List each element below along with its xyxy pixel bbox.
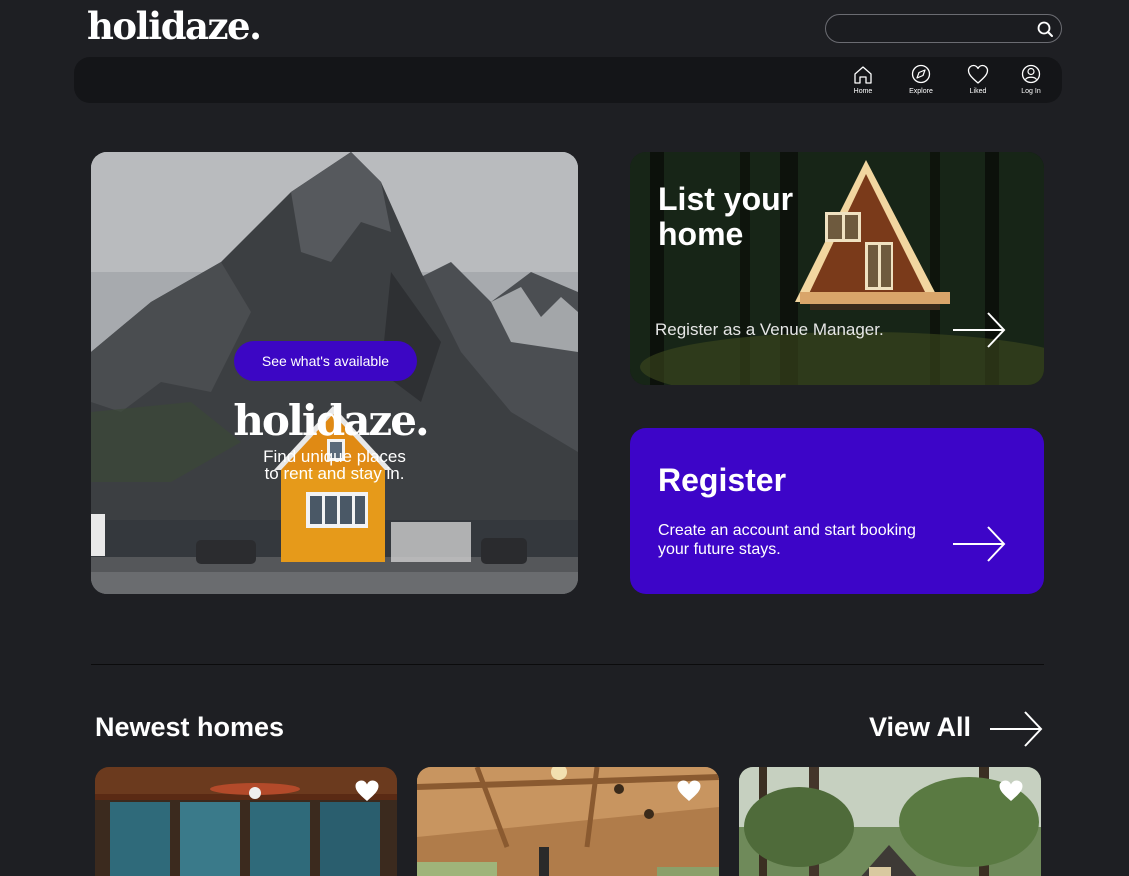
home-card[interactable] [417,767,719,876]
home-card[interactable] [95,767,397,876]
home-icon [854,66,872,84]
list-your-home-subtitle: Register as a Venue Manager. [655,320,884,339]
navbar: Home Explore Liked Log In [74,57,1062,103]
compass-icon [911,64,931,84]
nav-label-explore: Explore [909,88,933,95]
page: holidaze. Home Explore Liked Log In holi… [0,0,1129,876]
heart-icon [967,64,989,84]
home-card[interactable] [739,767,1041,876]
hero-subtitle-line2: to rent and stay in. [264,464,405,483]
register-title: Register [658,462,787,498]
arrow-right-icon[interactable] [952,524,1007,564]
see-whats-available-button[interactable]: See what's available [234,341,417,381]
nav-label-home: Home [853,88,873,95]
heart-icon[interactable] [998,779,1024,803]
nav-item-liked[interactable]: Liked [956,64,1000,100]
newest-homes-title: Newest homes [95,712,285,742]
search-bar[interactable] [825,14,1062,43]
hero-subtitle-line1: Find unique places [263,447,406,466]
register-subtitle: Create an account and start booking your… [658,522,916,558]
home-image [95,767,397,876]
view-all-link[interactable]: View All [869,712,971,743]
section-divider [91,664,1044,665]
home-image [739,767,1041,876]
nav-item-login[interactable]: Log In [1009,64,1053,100]
hero-logo: holidaze. [233,396,429,445]
search-icon[interactable] [1036,20,1054,38]
heart-icon[interactable] [354,779,380,803]
site-logo[interactable]: holidaze. [87,4,262,48]
hero-subtitle: Find unique places to rent and stay in. [91,448,578,482]
user-icon [1021,64,1041,84]
nav-item-home[interactable]: Home [841,64,885,100]
home-image [417,767,719,876]
heart-icon[interactable] [676,779,702,803]
nav-label-login: Log In [1021,88,1041,95]
nav-label-liked: Liked [969,88,987,95]
list-your-home-title: List your home [658,181,794,252]
list-your-home-card[interactable]: List your home Register as a Venue Manag… [630,152,1044,385]
register-card[interactable]: Register Create an account and start boo… [630,428,1044,594]
arrow-right-icon[interactable] [952,310,1007,350]
arrow-right-icon[interactable] [989,709,1044,749]
nav-item-explore[interactable]: Explore [899,64,943,100]
search-input[interactable] [838,19,1033,39]
